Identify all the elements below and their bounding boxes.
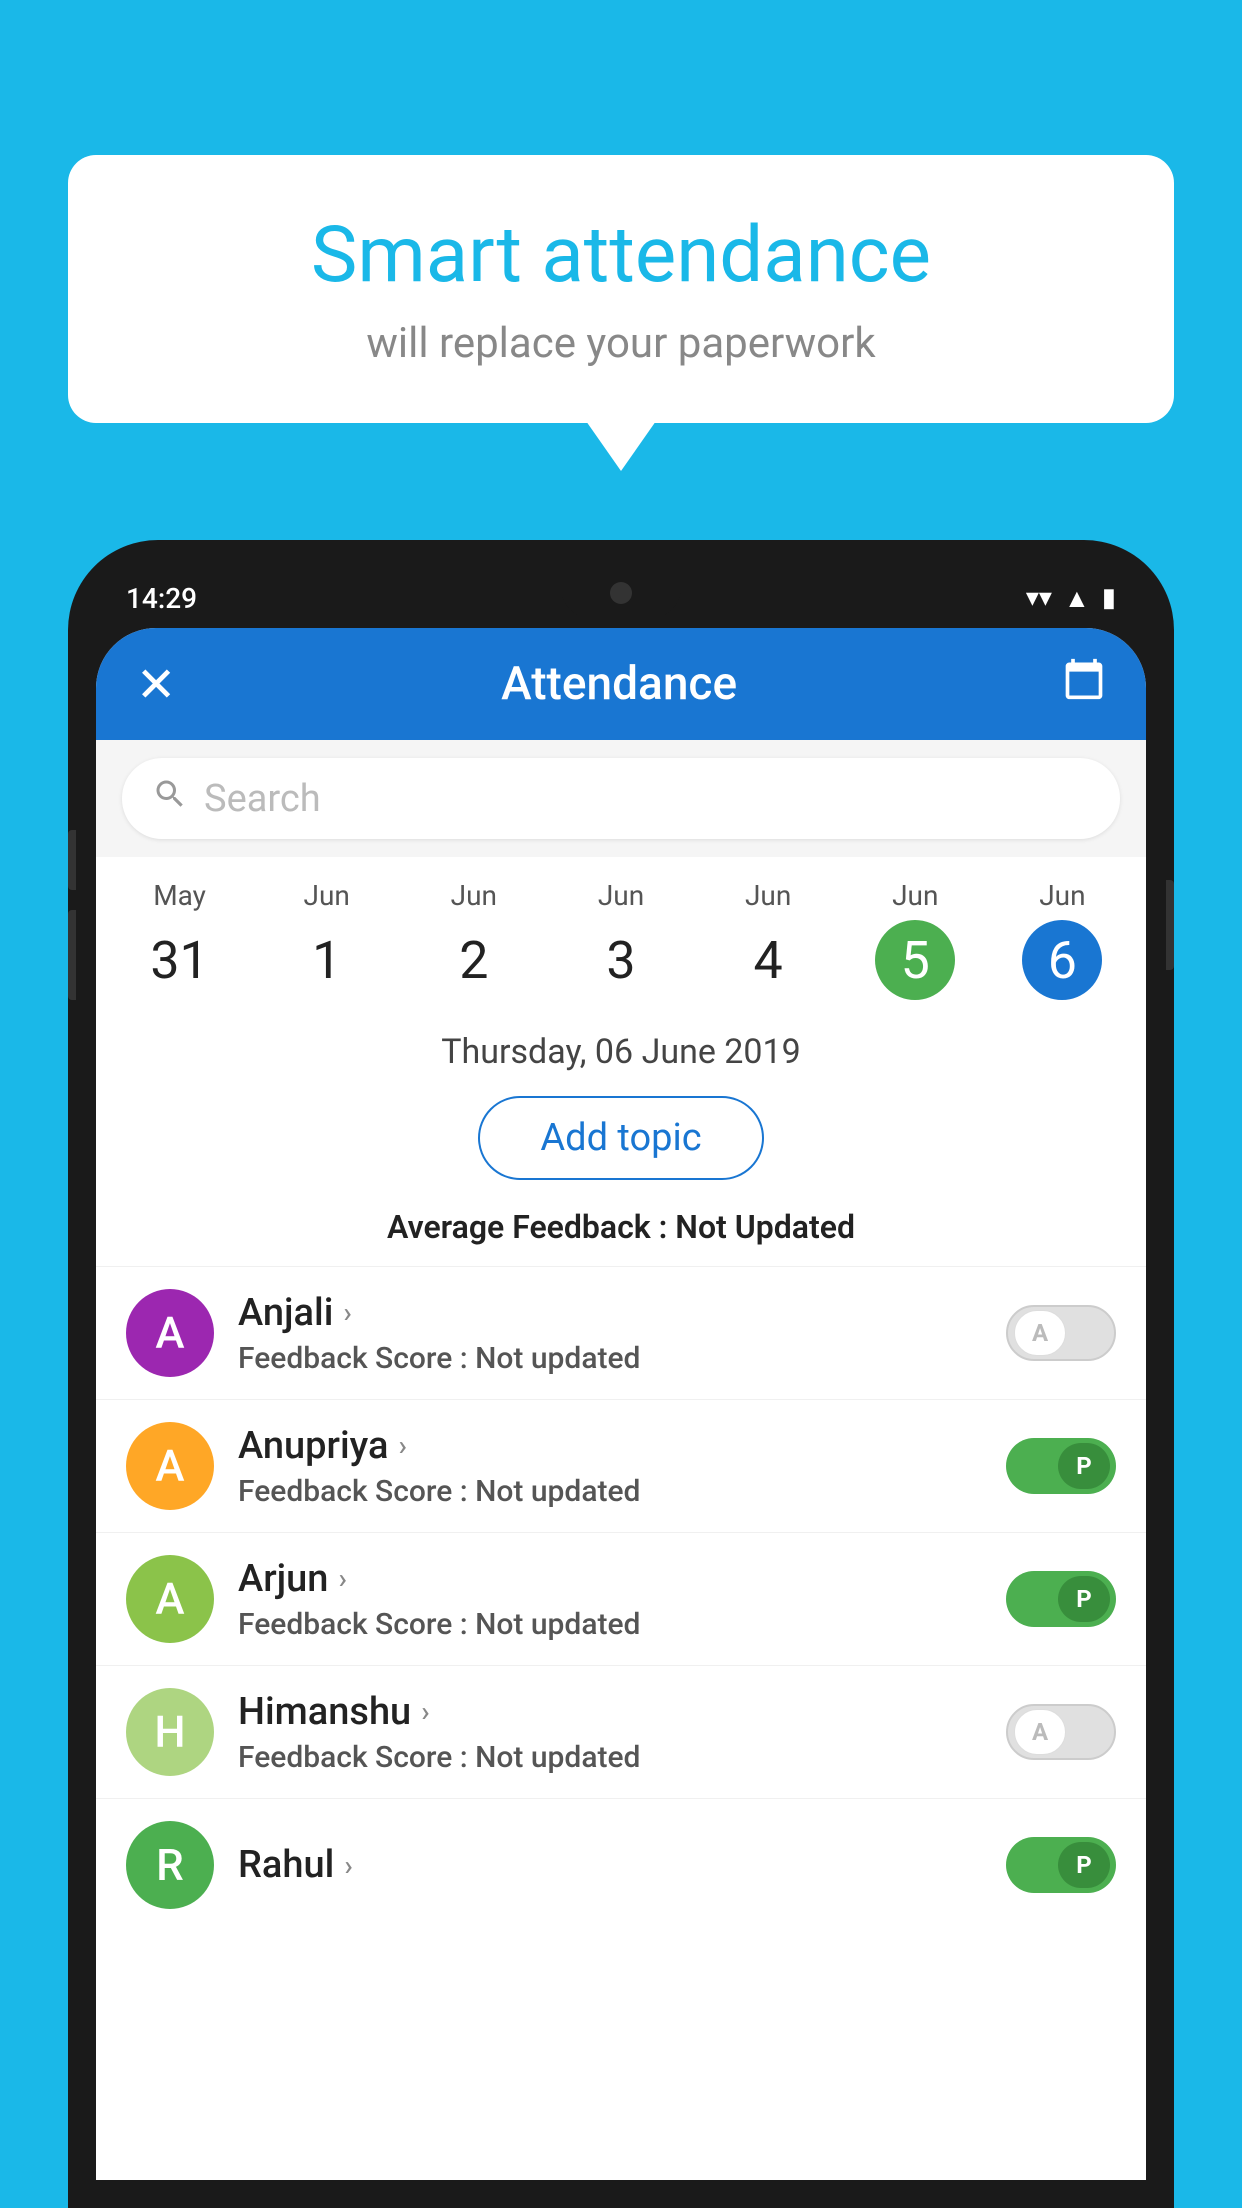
student-info-anjali: Anjali › Feedback Score : Not updated (238, 1291, 982, 1376)
date-month: Jun (253, 879, 400, 912)
toggle-present[interactable]: P (1006, 1438, 1116, 1494)
date-number: 3 (581, 920, 661, 1000)
chevron-icon: › (343, 1296, 351, 1329)
close-button[interactable]: ✕ (136, 656, 176, 713)
bubble-subtitle: will replace your paperwork (128, 319, 1114, 368)
toggle-absent[interactable]: A (1006, 1305, 1116, 1361)
date-item-jun4[interactable]: Jun 4 (695, 879, 842, 1000)
date-item-jun5[interactable]: Jun 5 (842, 879, 989, 1000)
battery-icon: ▮ (1102, 583, 1116, 613)
attendance-toggle-anupriya[interactable]: P (1006, 1438, 1116, 1494)
status-icons: ▾▾ ▲ ▮ (1026, 583, 1116, 614)
toggle-present[interactable]: P (1006, 1837, 1116, 1893)
student-info-arjun: Arjun › Feedback Score : Not updated (238, 1557, 982, 1642)
avatar-anjali: A (126, 1289, 214, 1377)
add-topic-button[interactable]: Add topic (478, 1096, 763, 1180)
toggle-knob: P (1058, 1576, 1110, 1622)
chevron-icon: › (344, 1849, 352, 1882)
student-info-rahul: Rahul › (238, 1843, 982, 1887)
front-camera (610, 582, 632, 604)
student-item-anupriya[interactable]: A Anupriya › Feedback Score : Not update… (96, 1399, 1146, 1532)
avatar-rahul: R (126, 1821, 214, 1909)
date-number-today: 5 (875, 920, 955, 1000)
toggle-knob: A (1014, 1310, 1066, 1356)
avg-feedback-label: Average Feedback : (387, 1208, 667, 1246)
student-name-anjali: Anjali › (238, 1291, 982, 1335)
app-header: ✕ Attendance (96, 628, 1146, 740)
attendance-toggle-rahul[interactable]: P (1006, 1837, 1116, 1893)
avatar-himanshu: H (126, 1688, 214, 1776)
search-icon (152, 776, 188, 821)
student-name-rahul: Rahul › (238, 1843, 982, 1887)
search-input[interactable]: Search (204, 777, 321, 821)
chevron-icon: › (338, 1562, 346, 1595)
attendance-toggle-himanshu[interactable]: A (1006, 1704, 1116, 1760)
app-title: Attendance (501, 657, 737, 711)
phone-screen: ✕ Attendance Search May (96, 628, 1146, 2180)
calendar-icon[interactable] (1062, 657, 1106, 711)
toggle-absent[interactable]: A (1006, 1704, 1116, 1760)
student-item-himanshu[interactable]: H Himanshu › Feedback Score : Not update… (96, 1665, 1146, 1798)
student-name-arjun: Arjun › (238, 1557, 982, 1601)
signal-icon: ▲ (1064, 583, 1090, 614)
date-month: Jun (547, 879, 694, 912)
date-number: 4 (728, 920, 808, 1000)
date-number-selected: 6 (1022, 920, 1102, 1000)
date-strip: May 31 Jun 1 Jun 2 Jun 3 Jun 4 Jun 5 (96, 857, 1146, 1010)
chevron-icon: › (421, 1695, 429, 1728)
chevron-icon: › (398, 1429, 406, 1462)
power-button (1166, 880, 1174, 970)
date-item-jun6[interactable]: Jun 6 (989, 879, 1136, 1000)
status-time: 14:29 (126, 582, 197, 615)
student-item-arjun[interactable]: A Arjun › Feedback Score : Not updated P (96, 1532, 1146, 1665)
bubble-title: Smart attendance (128, 210, 1114, 301)
student-info-anupriya: Anupriya › Feedback Score : Not updated (238, 1424, 982, 1509)
student-feedback-anjali: Feedback Score : Not updated (238, 1341, 982, 1376)
date-number: 2 (434, 920, 514, 1000)
volume-up-button (68, 830, 76, 890)
toggle-knob: P (1058, 1443, 1110, 1489)
date-month: Jun (989, 879, 1136, 912)
student-feedback-anupriya: Feedback Score : Not updated (238, 1474, 982, 1509)
date-number: 1 (287, 920, 367, 1000)
wifi-icon: ▾▾ (1026, 583, 1052, 613)
student-feedback-himanshu: Feedback Score : Not updated (238, 1740, 982, 1775)
phone-frame: 14:29 ▾▾ ▲ ▮ ✕ Attendance (68, 540, 1174, 2208)
add-topic-container: Add topic (96, 1086, 1146, 1198)
toggle-present[interactable]: P (1006, 1571, 1116, 1627)
date-month: Jun (695, 879, 842, 912)
date-month: May (106, 879, 253, 912)
avg-feedback-value: Not Updated (675, 1208, 855, 1246)
avatar-arjun: A (126, 1555, 214, 1643)
student-item-anjali[interactable]: A Anjali › Feedback Score : Not updated … (96, 1266, 1146, 1399)
selected-date-label: Thursday, 06 June 2019 (96, 1010, 1146, 1086)
toggle-knob: A (1014, 1709, 1066, 1755)
student-item-rahul[interactable]: R Rahul › P (96, 1798, 1146, 1931)
avg-feedback: Average Feedback : Not Updated (96, 1198, 1146, 1266)
attendance-toggle-arjun[interactable]: P (1006, 1571, 1116, 1627)
student-info-himanshu: Himanshu › Feedback Score : Not updated (238, 1690, 982, 1775)
date-item-jun3[interactable]: Jun 3 (547, 879, 694, 1000)
volume-down-button (68, 910, 76, 1000)
date-number: 31 (140, 920, 220, 1000)
search-bar[interactable]: Search (122, 758, 1120, 839)
search-container: Search (96, 740, 1146, 857)
student-feedback-arjun: Feedback Score : Not updated (238, 1607, 982, 1642)
date-item-jun1[interactable]: Jun 1 (253, 879, 400, 1000)
toggle-knob: P (1058, 1842, 1110, 1888)
date-item-may31[interactable]: May 31 (106, 879, 253, 1000)
avatar-anupriya: A (126, 1422, 214, 1510)
student-name-himanshu: Himanshu › (238, 1690, 982, 1734)
student-name-anupriya: Anupriya › (238, 1424, 982, 1468)
speech-bubble-container: Smart attendance will replace your paper… (68, 155, 1174, 423)
student-list: A Anjali › Feedback Score : Not updated … (96, 1266, 1146, 1931)
date-item-jun2[interactable]: Jun 2 (400, 879, 547, 1000)
date-month: Jun (842, 879, 989, 912)
date-month: Jun (400, 879, 547, 912)
attendance-toggle-anjali[interactable]: A (1006, 1305, 1116, 1361)
speech-bubble: Smart attendance will replace your paper… (68, 155, 1174, 423)
phone-notch (561, 568, 681, 618)
